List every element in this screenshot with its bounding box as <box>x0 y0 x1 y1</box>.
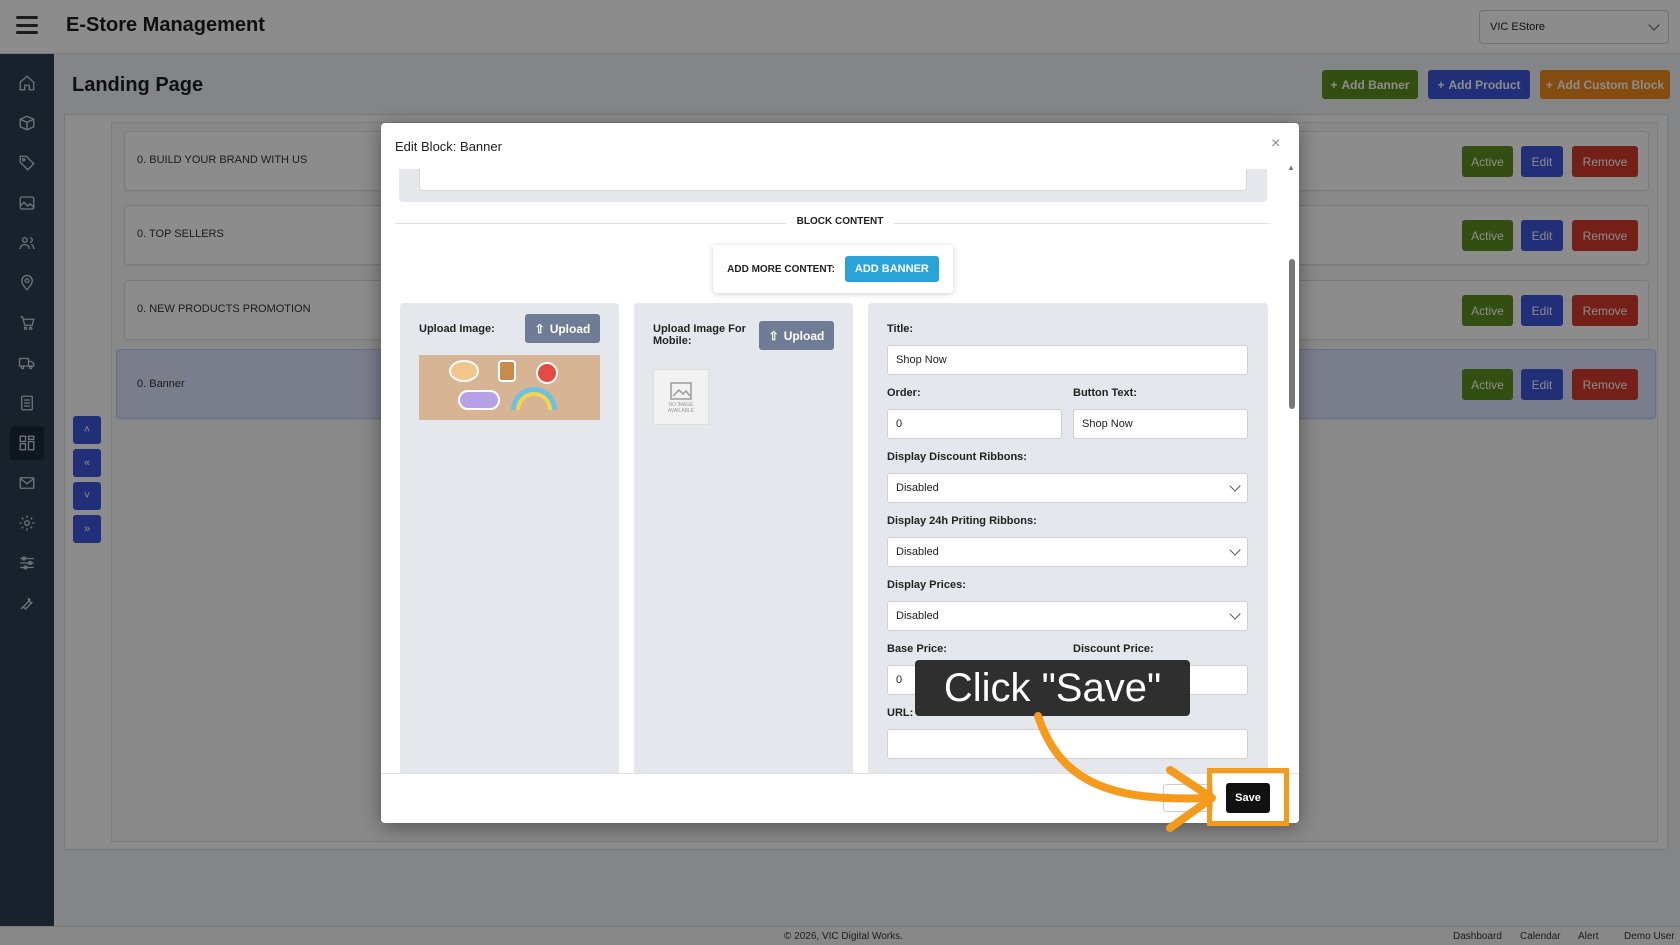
upload-mobile-label: Upload Image For Mobile: <box>653 323 746 347</box>
discount-ribbons-value: Disabled <box>896 482 939 494</box>
no-image-text: NO IMAGE AVAILABLE <box>667 402 695 414</box>
button-text-value: Shop Now <box>1082 418 1133 430</box>
discount-price-label: Discount Price: <box>1073 643 1154 655</box>
close-icon[interactable]: × <box>1271 135 1280 153</box>
upload-mobile-button[interactable]: ⇧ Upload <box>759 321 834 350</box>
title-value: Shop Now <box>896 354 947 366</box>
order-label: Order: <box>887 387 921 399</box>
save-button-highlight <box>1207 768 1289 826</box>
order-value: 0 <box>896 418 903 430</box>
no-image-placeholder: NO IMAGE AVAILABLE <box>653 369 709 425</box>
button-text-input[interactable]: Shop Now <box>1073 409 1248 439</box>
url-label: URL: <box>887 707 914 719</box>
title-input[interactable]: Shop Now <box>887 345 1248 375</box>
printing-ribbons-value: Disabled <box>896 546 939 558</box>
button-text-label: Button Text: <box>1073 387 1137 399</box>
upload-mobile-column: Upload Image For Mobile: ⇧ Upload NO IMAG… <box>634 303 853 773</box>
display-prices-value: Disabled <box>896 610 939 622</box>
image-placeholder-icon <box>670 382 692 400</box>
printing-ribbons-select[interactable]: Disabled <box>887 537 1248 567</box>
title-label: Title: <box>887 323 914 335</box>
upload-label: Upload <box>783 328 825 343</box>
add-more-label: ADD MORE CONTENT: <box>727 263 835 275</box>
tutorial-tooltip: Click "Save" <box>915 660 1190 716</box>
section-title: BLOCK CONTENT <box>381 216 1299 227</box>
chevron-down-icon <box>1229 480 1241 492</box>
modal-scrollbar-thumb[interactable] <box>1289 259 1295 409</box>
previous-section <box>399 169 1267 202</box>
discount-ribbons-select[interactable]: Disabled <box>887 473 1248 503</box>
upload-icon: ⇧ <box>534 321 545 336</box>
upload-icon: ⇧ <box>768 328 779 343</box>
scroll-up-icon[interactable]: ▲ <box>1287 163 1295 172</box>
previous-field[interactable] <box>419 169 1247 191</box>
section-title-text: BLOCK CONTENT <box>786 216 894 227</box>
chevron-down-icon <box>1229 608 1241 620</box>
upload-label: Upload <box>549 321 591 336</box>
add-more-content-box: ADD MORE CONTENT: ADD BANNER <box>713 245 953 293</box>
printing-ribbons-label: Display 24h Priting Ribbons: <box>887 515 1037 527</box>
add-banner-button[interactable]: ADD BANNER <box>844 256 939 282</box>
upload-image-label: Upload Image: <box>419 323 495 335</box>
tutorial-arrow-icon <box>1034 712 1216 832</box>
stickers-image <box>419 355 600 420</box>
chevron-down-icon <box>1229 544 1241 556</box>
base-price-value: 0 <box>896 674 903 686</box>
upload-image-column: Upload Image: ⇧ Upload <box>400 303 619 773</box>
base-price-label: Base Price: <box>887 643 947 655</box>
display-prices-label: Display Prices: <box>887 579 966 591</box>
upload-button[interactable]: ⇧ Upload <box>525 314 600 343</box>
order-input[interactable]: 0 <box>887 409 1062 439</box>
banner-image-preview <box>419 355 600 420</box>
discount-ribbons-label: Display Discount Ribbons: <box>887 451 1027 463</box>
modal-title: Edit Block: Banner <box>395 139 502 154</box>
display-prices-select[interactable]: Disabled <box>887 601 1248 631</box>
